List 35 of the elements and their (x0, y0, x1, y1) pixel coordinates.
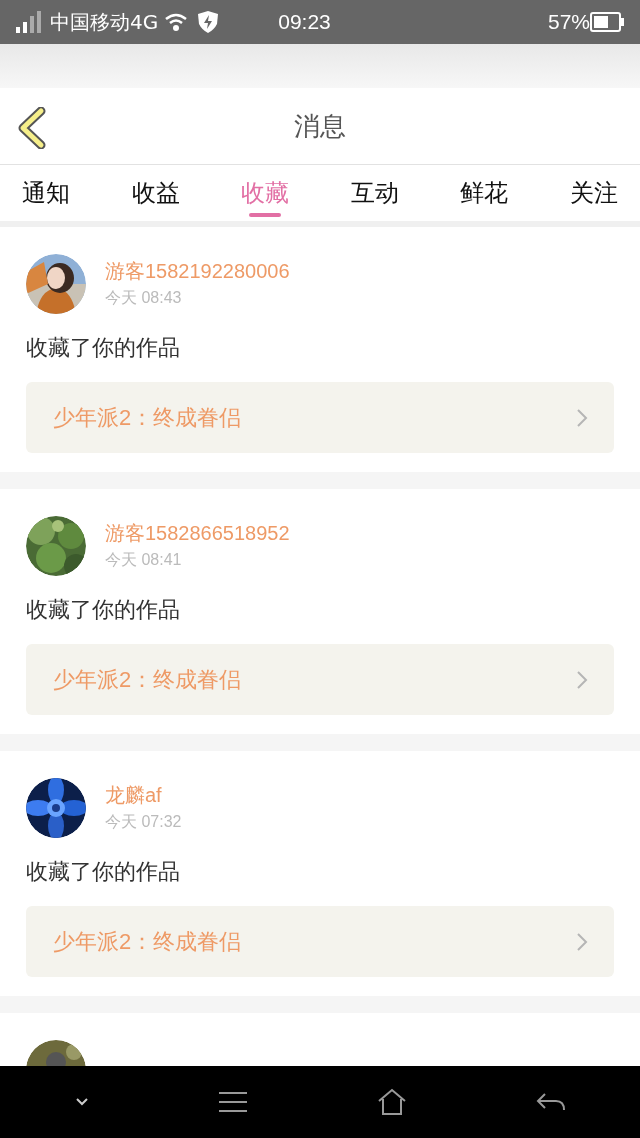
back-arrow-icon[interactable] (535, 1091, 566, 1113)
tab[interactable]: 收益 (131, 165, 180, 221)
back-chevron-icon (17, 107, 47, 149)
timestamp: 今天 08:41 (105, 550, 183, 570)
tab[interactable]: 收藏 (241, 165, 290, 221)
battery-text: 57% (547, 9, 590, 36)
work-link[interactable]: 少年派2：终成眷侣 (26, 906, 614, 977)
work-link[interactable]: 少年派2：终成眷侣 (26, 644, 614, 715)
action-text: 收藏了你的作品 (26, 858, 180, 886)
shield-icon (198, 11, 219, 33)
signal-icon (16, 11, 44, 33)
user-name[interactable]: 游客1582192280006 (105, 258, 290, 284)
tab[interactable]: 通知 (22, 165, 70, 221)
timestamp: 今天 08:43 (105, 288, 183, 308)
action-text: 收藏了你的作品 (26, 596, 180, 624)
tab[interactable]: 互动 (350, 165, 399, 221)
wifi-icon (164, 12, 189, 32)
user-name[interactable]: 游客1582866518952 (105, 520, 290, 546)
battery-icon (590, 12, 624, 32)
chevron-right-icon (576, 931, 588, 952)
user-name[interactable]: 龙麟af (105, 782, 182, 808)
menu-icon[interactable] (217, 1091, 248, 1113)
timestamp: 今天 07:32 (105, 812, 182, 832)
tab[interactable]: 鲜花 (460, 165, 509, 221)
chevron-down-icon[interactable] (74, 1097, 89, 1107)
back-button[interactable] (16, 106, 48, 150)
action-text: 收藏了你的作品 (26, 334, 180, 362)
carrier-text: 中国移动4G (50, 9, 159, 36)
tab[interactable]: 关注 (569, 165, 618, 221)
home-icon[interactable] (376, 1088, 407, 1116)
chevron-right-icon (576, 669, 588, 690)
page-title: 消息 (294, 109, 346, 143)
work-link[interactable]: 少年派2：终成眷侣 (26, 382, 614, 453)
chevron-right-icon (576, 407, 588, 428)
clock-text: 09:23 (278, 9, 331, 36)
